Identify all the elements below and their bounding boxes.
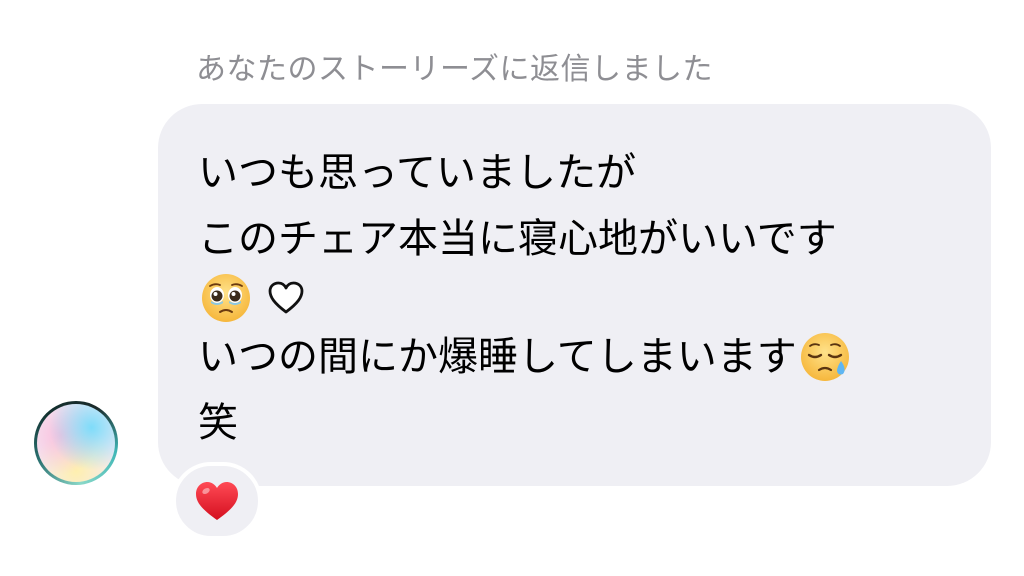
- message-text: いつも思っていましたが: [198, 150, 636, 196]
- message-line: [198, 272, 961, 324]
- message-bubble[interactable]: いつも思っていましたが このチェア本当に寝心地がいいです いつの間にか爆睡してし…: [158, 104, 991, 486]
- pleading-face-icon: [200, 272, 252, 324]
- message-text: 笑: [198, 400, 238, 446]
- avatar-image: [37, 404, 115, 482]
- message-text: いつの間にか爆睡してしまいます: [198, 334, 797, 380]
- sleepy-face-icon: [799, 331, 851, 383]
- message-line: 笑: [198, 390, 961, 456]
- dm-thread-screen: あなたのストーリーズに返信しました いつも思っていましたが このチェア本当に寝心…: [0, 0, 1024, 576]
- message-line: このチェア本当に寝心地がいいです: [198, 206, 961, 272]
- white-heart-icon: [266, 278, 306, 318]
- story-reply-label: あなたのストーリーズに返信しました: [196, 52, 713, 87]
- message-text: このチェア本当に寝心地がいいです: [198, 216, 837, 262]
- red-heart-icon: [194, 480, 240, 522]
- message-line: いつの間にか爆睡してしまいます: [198, 324, 961, 390]
- reaction-badge[interactable]: [172, 462, 262, 540]
- sender-avatar[interactable]: [34, 401, 118, 485]
- message-line: いつも思っていましたが: [198, 140, 961, 206]
